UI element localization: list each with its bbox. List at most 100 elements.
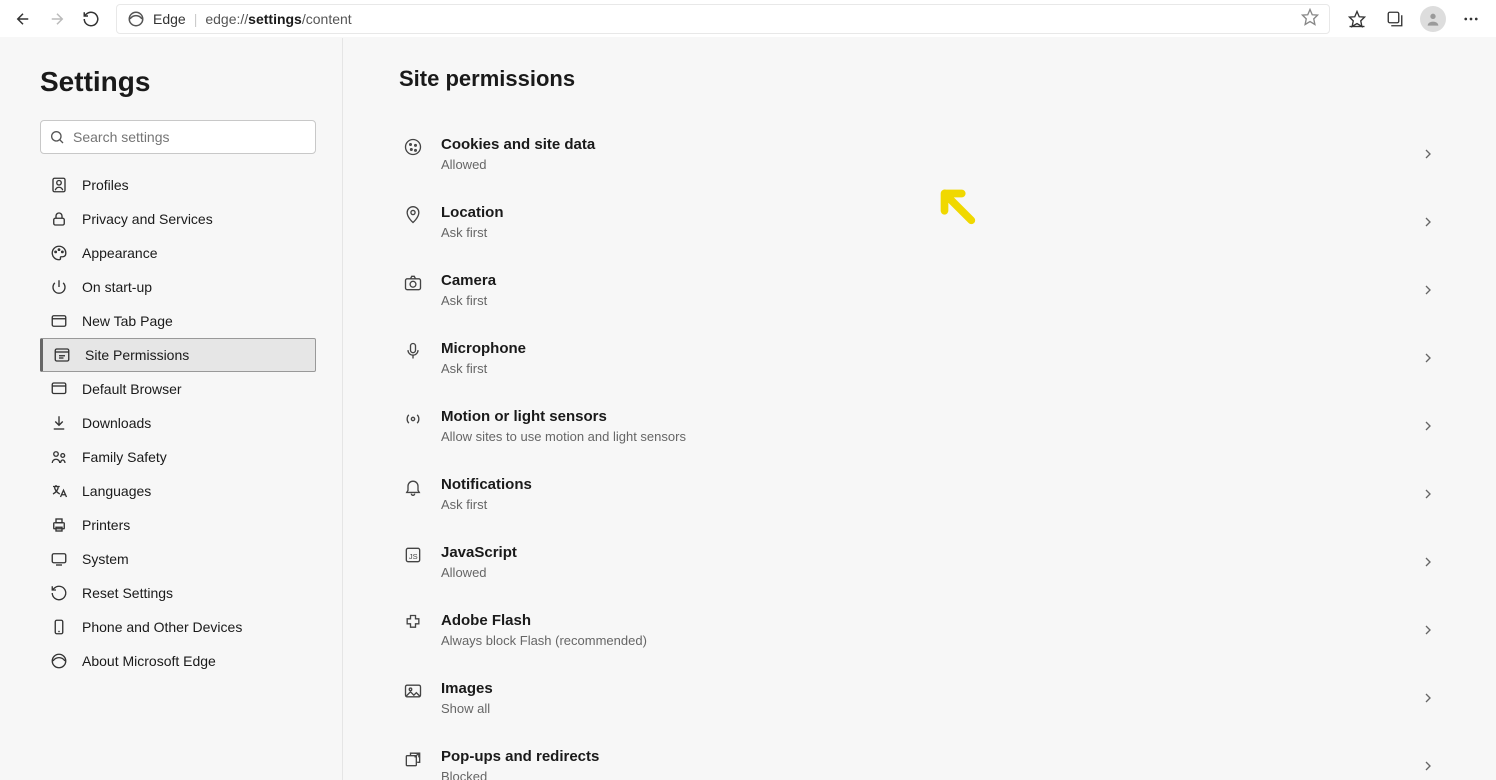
profile-icon (50, 176, 68, 194)
site-perm-icon (53, 346, 71, 364)
browser-toolbar: Edge | edge://settings/content (0, 0, 1496, 38)
palette-icon (50, 244, 68, 262)
lock-icon (50, 210, 68, 228)
sidebar-item-appearance[interactable]: Appearance (40, 236, 316, 270)
location-icon (403, 205, 423, 225)
system-icon (50, 550, 68, 568)
settings-sidebar: Settings ProfilesPrivacy and ServicesApp… (0, 38, 343, 780)
permission-cookies-and-site-data[interactable]: Cookies and site dataAllowed (399, 120, 1440, 188)
camera-icon (403, 273, 423, 293)
sidebar-item-label: Phone and Other Devices (82, 619, 242, 635)
edge-logo-icon (127, 10, 145, 28)
chevron-right-icon (1420, 554, 1436, 570)
permission-images[interactable]: Images Show all (399, 664, 1440, 732)
sidebar-item-label: Languages (82, 483, 151, 499)
sidebar-item-printers[interactable]: Printers (40, 508, 316, 542)
default-browser-icon (50, 380, 68, 398)
address-bar[interactable]: Edge | edge://settings/content (116, 4, 1330, 34)
permission-pop-ups-and-redirects[interactable]: Pop-ups and redirects Blocked (399, 732, 1440, 780)
permission-title: Images (441, 680, 1402, 697)
sidebar-item-phone-and-other-devices[interactable]: Phone and Other Devices (40, 610, 316, 644)
permission-title: Cookies and site data (441, 136, 1402, 153)
permission-microphone[interactable]: Microphone Ask first (399, 324, 1440, 392)
sidebar-item-label: System (82, 551, 129, 567)
image-icon (403, 681, 423, 701)
sidebar-item-privacy-and-services[interactable]: Privacy and Services (40, 202, 316, 236)
sidebar-item-default-browser[interactable]: Default Browser (40, 372, 316, 406)
back-button[interactable] (6, 4, 40, 34)
language-icon (50, 482, 68, 500)
forward-button[interactable] (40, 4, 74, 34)
chevron-right-icon (1420, 282, 1436, 298)
svg-text:JS: JS (409, 552, 418, 561)
javascript-icon: JS (403, 545, 423, 565)
chevron-right-icon (1420, 418, 1436, 434)
chevron-right-icon (1420, 146, 1436, 162)
reset-icon (50, 584, 68, 602)
permission-title: Notifications (441, 476, 1402, 493)
search-settings-input[interactable] (40, 120, 316, 154)
chevron-right-icon (1420, 350, 1436, 366)
sidebar-item-label: Downloads (82, 415, 151, 431)
settings-title: Settings (40, 66, 316, 98)
sidebar-item-on-start-up[interactable]: On start-up (40, 270, 316, 304)
permission-subtitle: Show all (441, 701, 1402, 716)
permission-location[interactable]: LocationAsk first (399, 188, 1440, 256)
phone-icon (50, 618, 68, 636)
sidebar-item-label: On start-up (82, 279, 152, 295)
sidebar-item-new-tab-page[interactable]: New Tab Page (40, 304, 316, 338)
addrbar-divider: | (194, 11, 198, 27)
permission-adobe-flash[interactable]: Adobe FlashAlways block Flash (recommend… (399, 596, 1440, 664)
permission-camera[interactable]: Camera Ask first (399, 256, 1440, 324)
refresh-button[interactable] (74, 4, 108, 34)
notification-icon (403, 477, 423, 497)
download-icon (50, 414, 68, 432)
settings-content: Site permissions Cookies and site dataAl… (343, 38, 1496, 780)
permission-title: Pop-ups and redirects (441, 748, 1402, 765)
sidebar-item-downloads[interactable]: Downloads (40, 406, 316, 440)
sidebar-item-languages[interactable]: Languages (40, 474, 316, 508)
permission-title: Motion or light sensors (441, 408, 1402, 425)
permission-title: Microphone (441, 340, 1402, 357)
sidebar-item-family-safety[interactable]: Family Safety (40, 440, 316, 474)
sidebar-item-about-microsoft-edge[interactable]: About Microsoft Edge (40, 644, 316, 678)
sidebar-item-label: Default Browser (82, 381, 182, 397)
family-icon (50, 448, 68, 466)
sidebar-item-reset-settings[interactable]: Reset Settings (40, 576, 316, 610)
cookie-icon (403, 137, 423, 157)
sidebar-item-site-permissions[interactable]: Site Permissions (40, 338, 316, 372)
chevron-right-icon (1420, 486, 1436, 502)
search-settings-field[interactable] (73, 129, 307, 145)
favorite-star-icon[interactable] (1301, 8, 1319, 29)
microphone-icon (403, 341, 423, 361)
permission-subtitle: Ask first (441, 361, 1402, 376)
permission-subtitle: Ask first (441, 293, 1402, 308)
permission-javascript[interactable]: JSJavaScriptAllowed (399, 528, 1440, 596)
printer-icon (50, 516, 68, 534)
site-identity-label: Edge (153, 11, 186, 27)
chevron-right-icon (1420, 622, 1436, 638)
search-icon (49, 129, 65, 145)
sidebar-item-label: Reset Settings (82, 585, 173, 601)
more-menu-icon[interactable] (1454, 4, 1488, 34)
collections-icon[interactable] (1378, 4, 1412, 34)
permission-notifications[interactable]: NotificationsAsk first (399, 460, 1440, 528)
sidebar-item-label: About Microsoft Edge (82, 653, 216, 669)
chevron-right-icon (1420, 214, 1436, 230)
grid-icon (50, 312, 68, 330)
permission-title: Adobe Flash (441, 612, 1402, 629)
chevron-right-icon (1420, 690, 1436, 706)
edge-icon (50, 652, 68, 670)
popup-icon (403, 749, 423, 769)
permission-motion-or-light-sensors[interactable]: Motion or light sensors Allow sites to us… (399, 392, 1440, 460)
sidebar-item-system[interactable]: System (40, 542, 316, 576)
permissions-list: Cookies and site dataAllowedLocationAsk … (399, 120, 1440, 780)
permission-title: Camera (441, 272, 1402, 289)
permission-subtitle: Blocked (441, 769, 1402, 780)
url-text: edge://settings/content (205, 11, 1293, 27)
profile-avatar[interactable] (1416, 4, 1450, 34)
favorites-icon[interactable] (1340, 4, 1374, 34)
permission-subtitle: Allow sites to use motion and light sens… (441, 429, 1402, 444)
sidebar-item-profiles[interactable]: Profiles (40, 168, 316, 202)
sidebar-item-label: Site Permissions (85, 347, 189, 363)
